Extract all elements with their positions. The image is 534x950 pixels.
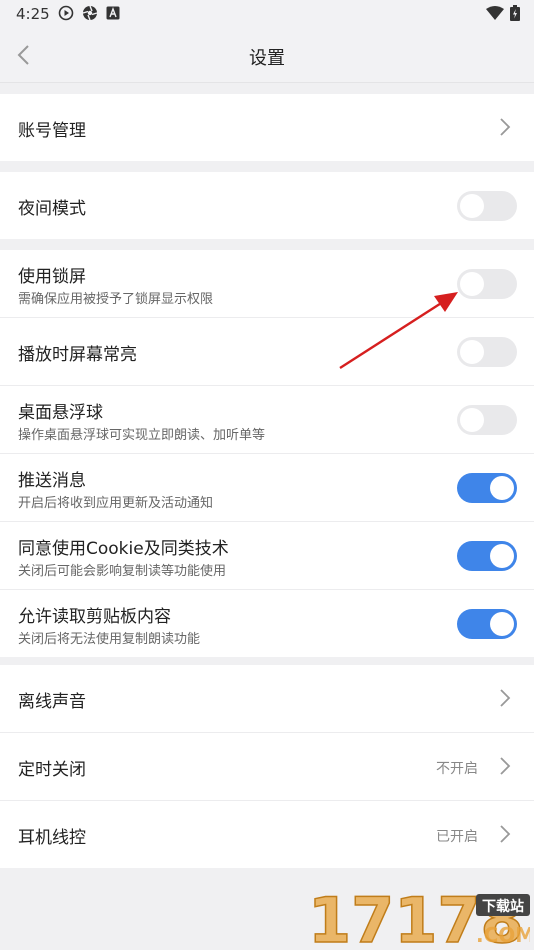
row-label: 桌面悬浮球 bbox=[18, 403, 103, 423]
row-label: 推送消息 bbox=[18, 471, 86, 491]
watermark-domain: .COM bbox=[476, 923, 530, 946]
floating-ball-toggle[interactable] bbox=[457, 405, 517, 435]
a-box-icon bbox=[106, 6, 120, 20]
night-mode-toggle[interactable] bbox=[457, 191, 517, 221]
aperture-icon bbox=[82, 5, 98, 21]
group-misc: 离线声音 定时关闭 不开启 耳机线控 已开启 bbox=[0, 665, 534, 868]
clipboard-access-toggle[interactable] bbox=[457, 609, 517, 639]
push-messages-toggle[interactable] bbox=[457, 473, 517, 503]
site-watermark-logo: 17178 下载站 .COM bbox=[308, 886, 530, 946]
row-label: 离线声音 bbox=[18, 692, 86, 712]
status-bar: 4:25 bbox=[0, 0, 534, 28]
row-account-management[interactable]: 账号管理 bbox=[0, 94, 534, 161]
chevron-right-icon bbox=[500, 757, 511, 775]
chevron-right-icon bbox=[500, 825, 511, 843]
toggle-knob bbox=[460, 272, 484, 296]
status-time: 4:25 bbox=[16, 5, 50, 23]
row-screen-on: 播放时屏幕常亮 bbox=[0, 318, 534, 386]
row-subtitle: 操作桌面悬浮球可实现立即朗读、加听单等 bbox=[18, 428, 266, 443]
toggle-knob bbox=[460, 194, 484, 218]
status-icons-right bbox=[486, 5, 520, 21]
cookie-consent-toggle[interactable] bbox=[457, 541, 517, 571]
row-label: 夜间模式 bbox=[18, 199, 86, 219]
screen-on-toggle[interactable] bbox=[457, 337, 517, 367]
row-night-mode: 夜间模式 bbox=[0, 172, 534, 239]
toggle-knob bbox=[460, 340, 484, 364]
row-sleep-timer[interactable]: 定时关闭 不开启 bbox=[0, 733, 534, 801]
row-floating-ball: 桌面悬浮球 操作桌面悬浮球可实现立即朗读、加听单等 bbox=[0, 386, 534, 454]
row-cookie-consent: 同意使用Cookie及同类技术 关闭后可能会影响复制读等功能使用 bbox=[0, 522, 534, 590]
row-lock-screen: 使用锁屏 需确保应用被授予了锁屏显示权限 bbox=[0, 250, 534, 318]
toggle-knob bbox=[490, 476, 514, 500]
row-subtitle: 关闭后可能会影响复制读等功能使用 bbox=[18, 564, 227, 579]
group-permissions: 使用锁屏 需确保应用被授予了锁屏显示权限 播放时屏幕常亮 桌面悬浮球 操作桌面悬… bbox=[0, 250, 534, 657]
row-label: 播放时屏幕常亮 bbox=[18, 345, 137, 365]
row-label: 允许读取剪贴板内容 bbox=[18, 607, 171, 627]
chevron-right-icon bbox=[500, 689, 511, 707]
row-value: 已开启 bbox=[436, 829, 478, 845]
row-clipboard-access: 允许读取剪贴板内容 关闭后将无法使用复制朗读功能 bbox=[0, 590, 534, 657]
battery-icon bbox=[510, 5, 520, 21]
row-label: 耳机线控 bbox=[18, 828, 86, 848]
app-header: 设置 bbox=[0, 28, 534, 83]
status-icons-left bbox=[58, 5, 120, 21]
toggle-knob bbox=[490, 612, 514, 636]
chevron-right-icon bbox=[500, 118, 511, 136]
group-night: 夜间模式 bbox=[0, 172, 534, 239]
toggle-knob bbox=[460, 408, 484, 432]
row-push-messages: 推送消息 开启后将收到应用更新及活动通知 bbox=[0, 454, 534, 522]
play-icon bbox=[58, 5, 74, 21]
group-account: 账号管理 bbox=[0, 94, 534, 161]
toggle-knob bbox=[490, 544, 514, 568]
page-title: 设置 bbox=[249, 48, 285, 69]
wifi-icon bbox=[486, 6, 504, 20]
row-headset-control[interactable]: 耳机线控 已开启 bbox=[0, 801, 534, 868]
row-subtitle: 需确保应用被授予了锁屏显示权限 bbox=[18, 292, 214, 307]
row-label: 定时关闭 bbox=[18, 760, 86, 780]
row-offline-voice[interactable]: 离线声音 bbox=[0, 665, 534, 733]
row-subtitle: 关闭后将无法使用复制朗读功能 bbox=[18, 632, 201, 647]
row-value: 不开启 bbox=[436, 761, 478, 777]
row-label: 同意使用Cookie及同类技术 bbox=[18, 539, 229, 559]
lock-screen-toggle[interactable] bbox=[457, 269, 517, 299]
row-label: 使用锁屏 bbox=[18, 267, 86, 287]
row-subtitle: 开启后将收到应用更新及活动通知 bbox=[18, 496, 214, 511]
row-label: 账号管理 bbox=[18, 121, 86, 141]
watermark-badge: 下载站 bbox=[482, 898, 524, 915]
